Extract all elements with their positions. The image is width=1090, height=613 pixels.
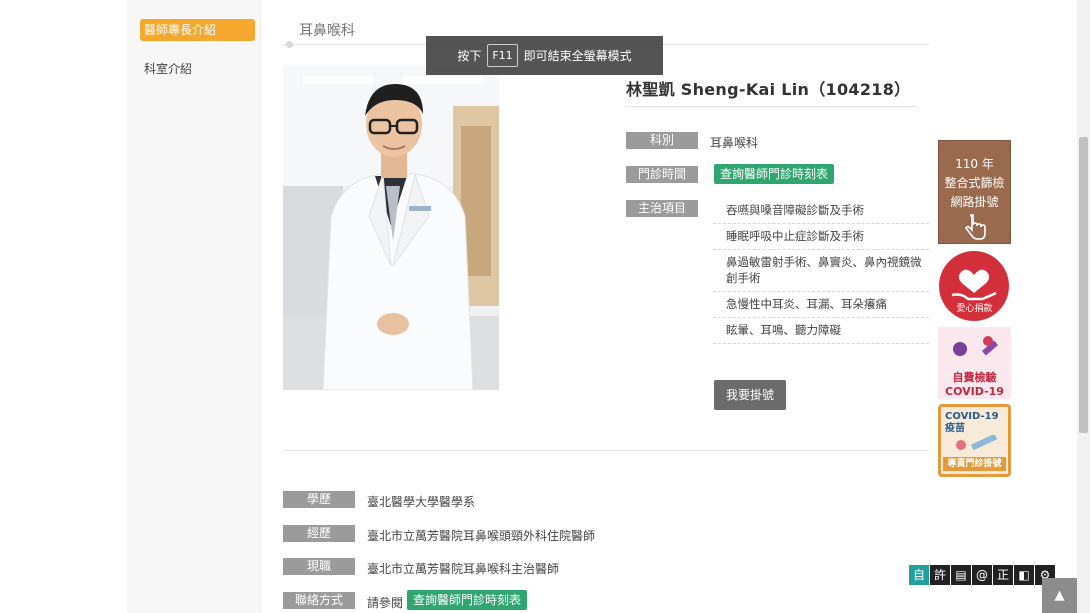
current-position-value: 臺北市立萬芳醫院耳鼻喉科主治醫師 xyxy=(367,562,560,576)
accessibility-toolbar: 自 許 ▤ @ 正 ◧ ⚙ xyxy=(909,565,1055,585)
toolbar-contrast-icon[interactable]: ◧ xyxy=(1014,565,1034,585)
clinic-time-tag: 門診時間 xyxy=(626,166,698,183)
vaccine-line2: 疫苗 xyxy=(945,423,965,434)
donation-label: 愛心捐款 xyxy=(956,304,993,314)
screening-line1: 110 年 xyxy=(955,157,994,171)
vaccine-line1: COVID-19 xyxy=(945,411,999,422)
back-to-top-button[interactable]: ▲ xyxy=(1042,578,1077,613)
toast-prefix: 按下 xyxy=(457,49,482,63)
department-value: 耳鼻喉科 xyxy=(710,136,759,150)
hand-pointer-icon xyxy=(964,213,986,240)
section-title: 耳鼻喉科 xyxy=(299,23,355,39)
toolbar-document-icon[interactable]: ▤ xyxy=(951,565,971,585)
screening-line3: 網路掛號 xyxy=(950,195,999,209)
covid-test-banner[interactable]: 自費檢驗 COVID-19 xyxy=(938,327,1011,399)
experience-value: 臺北市立萬芳醫院耳鼻喉頭頸外科住院醫師 xyxy=(367,529,596,543)
specialty-list: 吞嚥與嗓音障礙診斷及手術 睡眠呼吸中止症診斷及手術 鼻過敏雷射手術、鼻竇炎、鼻內… xyxy=(713,198,929,344)
screening-registration-banner[interactable]: 110 年 整合式篩檢 網路掛號 xyxy=(938,140,1011,244)
specialty-item: 急慢性中耳炎、耳漏、耳朵癢痛 xyxy=(713,292,929,318)
syringe-icon xyxy=(956,433,998,451)
toolbar-email-icon[interactable]: @ xyxy=(972,565,992,585)
specialty-item: 眩暈、耳鳴、聽力障礙 xyxy=(713,318,929,344)
page-left-margin xyxy=(0,0,127,613)
specialty-tag: 主治項目 xyxy=(626,200,698,217)
contact-schedule-button[interactable]: 查詢醫師門診時刻表 xyxy=(407,590,528,610)
education-tag: 學歷 xyxy=(283,491,355,508)
contact-tag: 聯絡方式 xyxy=(283,592,355,609)
clinic-schedule-button[interactable]: 查詢醫師門診時刻表 xyxy=(714,164,835,184)
doctor-name: 林聖凱 Sheng-Kai Lin（104218） xyxy=(626,80,911,99)
section-divider-dot xyxy=(286,41,293,48)
covid-test-line1: 自費檢驗 xyxy=(952,371,997,384)
current-position-tag: 現職 xyxy=(283,558,355,575)
covid-test-line2: COVID-19 xyxy=(945,385,1004,398)
name-divider xyxy=(626,106,916,107)
sidebar-item-doctor-specialty[interactable]: 醫師專長介紹 xyxy=(140,19,255,41)
sidebar-item-department-intro[interactable]: 科室介紹 xyxy=(140,58,255,80)
screening-line2: 整合式篩檢 xyxy=(944,176,1005,190)
department-tag: 科別 xyxy=(626,132,698,149)
doctor-photo xyxy=(283,66,499,390)
sidebar: 醫師專長介紹 科室介紹 xyxy=(127,0,261,613)
toolbar-correct-button[interactable]: 正 xyxy=(993,565,1013,585)
fullscreen-toast: 按下 F11 即可結束全螢幕模式 xyxy=(426,36,663,75)
toolbar-permission-button[interactable]: 許 xyxy=(930,565,950,585)
specialty-item: 睡眠呼吸中止症診斷及手術 xyxy=(713,224,929,250)
donation-banner[interactable]: 愛心捐款 xyxy=(938,251,1011,322)
experience-tag: 經歷 xyxy=(283,525,355,542)
contact-prefix: 請參閱 xyxy=(367,596,404,610)
vaccine-line3: 專責門診掛號 xyxy=(943,457,1006,471)
covid-vaccine-banner[interactable]: COVID-19 疫苗 專責門診掛號 xyxy=(938,404,1011,477)
content-divider xyxy=(283,450,929,451)
f11-key: F11 xyxy=(487,44,518,67)
specialty-item: 鼻過敏雷射手術、鼻竇炎、鼻內視鏡微創手術 xyxy=(713,250,929,292)
toolbar-auto-button[interactable]: 自 xyxy=(909,565,929,585)
toast-suffix: 即可結束全螢幕模式 xyxy=(523,49,632,63)
education-value: 臺北醫學大學醫學系 xyxy=(367,495,476,509)
specialty-item: 吞嚥與嗓音障礙診斷及手術 xyxy=(713,198,929,224)
register-button[interactable]: 我要掛號 xyxy=(714,380,786,410)
scrollbar-thumb[interactable] xyxy=(1079,137,1088,433)
